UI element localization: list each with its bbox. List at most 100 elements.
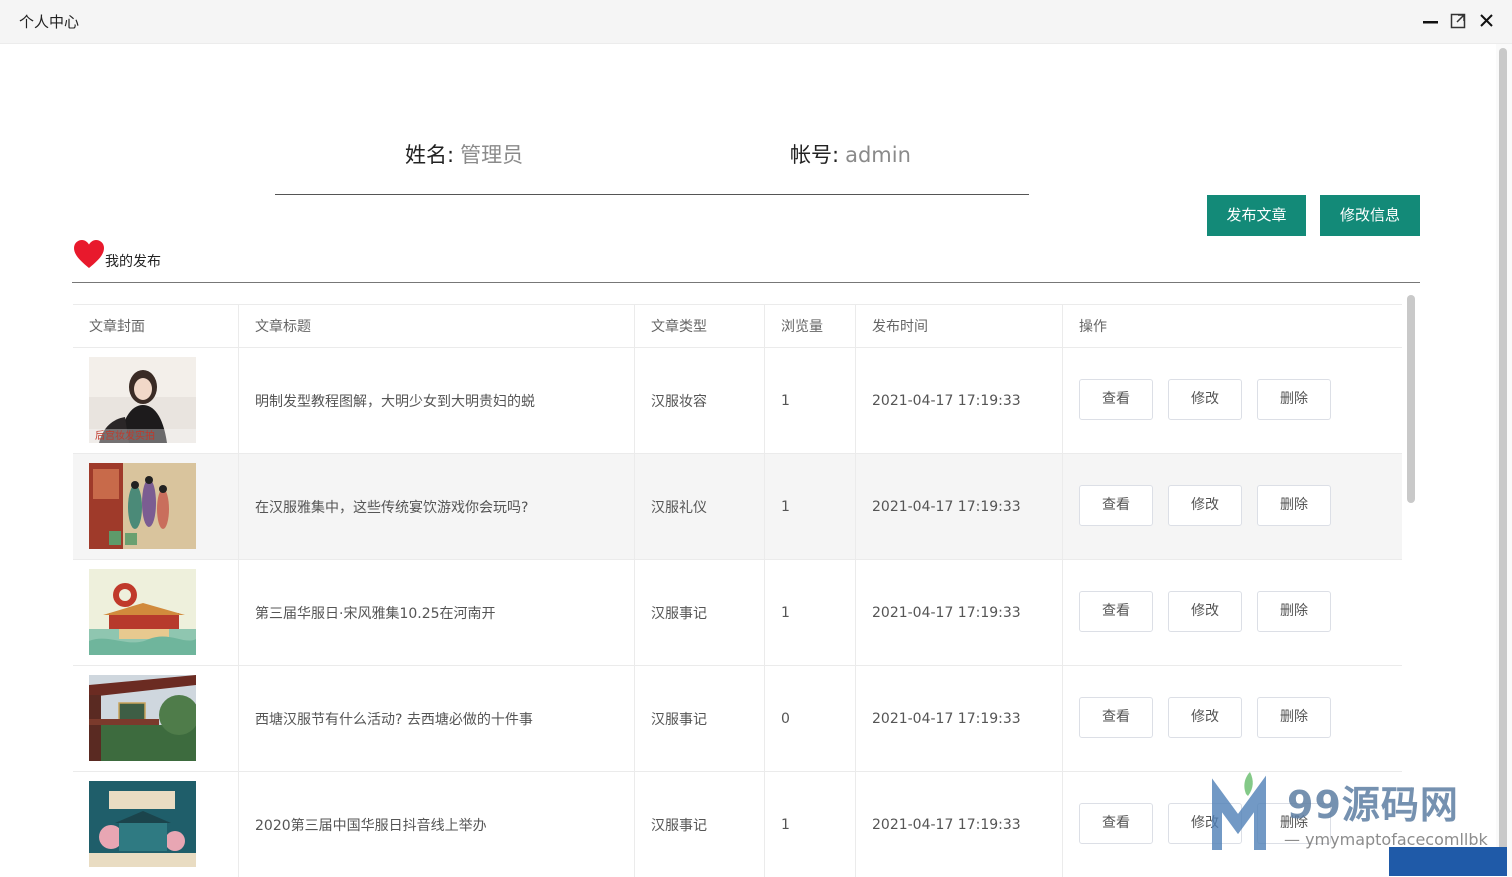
article-type: 汉服事记: [651, 817, 707, 834]
title-cell: 明制发型教程图解，大明少女到大明贵妇的蜕: [239, 348, 635, 453]
article-time: 2021-04-17 17:19:33: [872, 816, 1021, 833]
table-row: 第三届华服日·宋风雅集10.25在河南开 汉服事记 1 2021-04-17 1…: [73, 560, 1402, 666]
view-button[interactable]: 查看: [1079, 485, 1153, 526]
view-button[interactable]: 查看: [1079, 803, 1153, 844]
header-cell: 文章标题: [239, 305, 635, 347]
header-cell: 发布时间: [856, 305, 1063, 347]
article-time: 2021-04-17 17:19:33: [872, 392, 1021, 409]
title-cell: 西塘汉服节有什么活动? 去西塘必做的十件事: [239, 666, 635, 771]
title-cell: 2020第三届中国华服日抖音线上举办: [239, 772, 635, 877]
edit-button[interactable]: 修改: [1168, 591, 1242, 632]
delete-button[interactable]: 删除: [1257, 485, 1331, 526]
views-cell: 0: [765, 666, 856, 771]
header-cell: 操作: [1063, 305, 1402, 347]
article-title: 第三届华服日·宋风雅集10.25在河南开: [255, 605, 496, 622]
delete-button[interactable]: 删除: [1257, 697, 1331, 738]
delete-button[interactable]: 删除: [1257, 591, 1331, 632]
edit-button[interactable]: 修改: [1168, 697, 1242, 738]
cover-image[interactable]: 后宫妆发实拍: [89, 357, 196, 443]
account-label: 帐号:: [790, 143, 840, 167]
cover-image[interactable]: [89, 569, 196, 655]
view-button[interactable]: 查看: [1079, 379, 1153, 420]
type-cell: 汉服事记: [635, 666, 765, 771]
delete-button[interactable]: 删除: [1257, 379, 1331, 420]
header-cell: 文章类型: [635, 305, 765, 347]
article-views: 1: [781, 816, 790, 833]
cover-cell: [73, 772, 239, 877]
time-cell: 2021-04-17 17:19:33: [856, 772, 1063, 877]
actions-cell: 查看 修改 删除: [1063, 666, 1402, 771]
article-time: 2021-04-17 17:19:33: [872, 498, 1021, 515]
name-value: 管理员: [460, 143, 524, 167]
minimize-icon[interactable]: [1421, 11, 1441, 31]
cover-cell: 后宫妆发实拍: [73, 348, 239, 453]
article-views: 0: [781, 710, 790, 727]
type-cell: 汉服妆容: [635, 348, 765, 453]
col-time: 发布时间: [872, 319, 928, 335]
views-cell: 1: [765, 772, 856, 877]
articles-table: 文章封面 文章标题 文章类型 浏览量 发布时间 操作 后宫妆发实拍 明制发型教程…: [73, 304, 1402, 877]
article-title: 在汉服雅集中，这些传统宴饮游戏你会玩吗?: [255, 499, 529, 516]
title-cell: 在汉服雅集中，这些传统宴饮游戏你会玩吗?: [239, 454, 635, 559]
maximize-icon[interactable]: [1449, 11, 1469, 31]
title-cell: 第三届华服日·宋风雅集10.25在河南开: [239, 560, 635, 665]
window-titlebar: 个人中心: [0, 0, 1512, 44]
edit-info-button[interactable]: 修改信息: [1320, 195, 1420, 236]
article-type: 汉服事记: [651, 605, 707, 622]
page-scrollbar[interactable]: [1496, 44, 1512, 876]
actions-cell: 查看 修改 删除: [1063, 560, 1402, 665]
time-cell: 2021-04-17 17:19:33: [856, 560, 1063, 665]
col-cover: 文章封面: [89, 319, 145, 335]
cover-cell: [73, 666, 239, 771]
article-views: 1: [781, 604, 790, 621]
view-button[interactable]: 查看: [1079, 591, 1153, 632]
article-views: 1: [781, 392, 790, 409]
view-button[interactable]: 查看: [1079, 697, 1153, 738]
article-time: 2021-04-17 17:19:33: [872, 710, 1021, 727]
article-type: 汉服礼仪: [651, 499, 707, 516]
col-views: 浏览量: [781, 319, 823, 335]
profile-account: 帐号: admin: [790, 139, 911, 169]
heart-icon: [74, 240, 104, 268]
time-cell: 2021-04-17 17:19:33: [856, 666, 1063, 771]
time-cell: 2021-04-17 17:19:33: [856, 348, 1063, 453]
cover-image[interactable]: [89, 781, 196, 867]
profile-name: 姓名: 管理员: [405, 139, 523, 169]
col-title: 文章标题: [255, 319, 311, 335]
name-label: 姓名:: [405, 143, 455, 167]
table-row: 西塘汉服节有什么活动? 去西塘必做的十件事 汉服事记 0 2021-04-17 …: [73, 666, 1402, 772]
cover-cell: [73, 454, 239, 559]
article-time: 2021-04-17 17:19:33: [872, 604, 1021, 621]
table-scrollbar-thumb[interactable]: [1407, 295, 1415, 503]
table-row: 2020第三届中国华服日抖音线上举办 汉服事记 1 2021-04-17 17:…: [73, 772, 1402, 877]
header-cell: 文章封面: [73, 305, 239, 347]
section-divider: [72, 282, 1420, 283]
watermark-brand: 99源码网: [1287, 783, 1459, 827]
page-scrollbar-thumb[interactable]: [1499, 48, 1507, 872]
article-title: 2020第三届中国华服日抖音线上举办: [255, 817, 487, 834]
section-title: 我的发布: [105, 254, 161, 270]
cover-cell: [73, 560, 239, 665]
actions-cell: 查看 修改 删除: [1063, 454, 1402, 559]
publish-article-button[interactable]: 发布文章: [1207, 195, 1306, 236]
views-cell: 1: [765, 348, 856, 453]
profile-divider: [275, 194, 1029, 195]
close-icon[interactable]: [1477, 11, 1497, 31]
cover-image[interactable]: [89, 463, 196, 549]
article-title: 西塘汉服节有什么活动? 去西塘必做的十件事: [255, 711, 533, 728]
table-row: 在汉服雅集中，这些传统宴饮游戏你会玩吗? 汉服礼仪 1 2021-04-17 1…: [73, 454, 1402, 560]
edit-button[interactable]: 修改: [1168, 379, 1242, 420]
edit-button[interactable]: 修改: [1168, 485, 1242, 526]
col-type: 文章类型: [651, 319, 707, 335]
type-cell: 汉服事记: [635, 772, 765, 877]
article-type: 汉服妆容: [651, 393, 707, 410]
views-cell: 1: [765, 560, 856, 665]
views-cell: 1: [765, 454, 856, 559]
article-type: 汉服事记: [651, 711, 707, 728]
actions-cell: 查看 修改 删除: [1063, 348, 1402, 453]
type-cell: 汉服礼仪: [635, 454, 765, 559]
cover-image[interactable]: [89, 675, 196, 761]
col-actions: 操作: [1079, 319, 1107, 335]
article-views: 1: [781, 498, 790, 515]
time-cell: 2021-04-17 17:19:33: [856, 454, 1063, 559]
